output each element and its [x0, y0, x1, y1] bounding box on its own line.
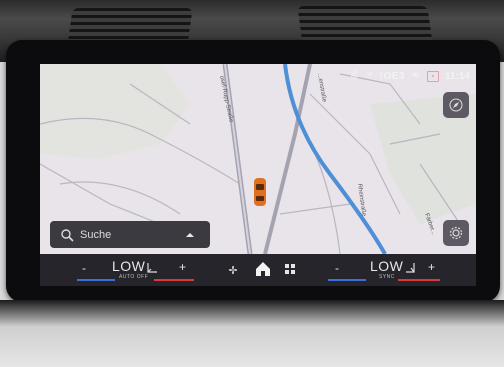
signal-indicator: !OE3 — [379, 70, 405, 82]
air-vent-right — [297, 6, 433, 44]
map-orientation-button[interactable] — [443, 92, 469, 118]
apps-grid-icon[interactable] — [285, 264, 296, 275]
settings-icon — [449, 226, 463, 240]
dashboard-bottom — [0, 300, 504, 367]
mute-icon — [411, 70, 421, 82]
navigation-arrow-icon — [365, 70, 374, 82]
chevron-up-icon[interactable] — [182, 227, 198, 243]
left-temp-value[interactable]: LOW — [112, 258, 145, 274]
infotainment-screen: osef-Rupp-Straße ...enstraße Rheinstraße… — [40, 64, 476, 286]
left-temp-warm-indicator — [154, 279, 194, 281]
home-icon[interactable] — [254, 260, 272, 278]
status-bar: !OE3 ▪ 11:14 — [350, 68, 470, 84]
left-temp-cold-indicator — [77, 279, 115, 281]
right-temp-value[interactable]: LOW — [370, 258, 403, 274]
bluetooth-icon — [350, 69, 359, 83]
compass-icon — [449, 98, 463, 112]
right-temp-cold-indicator — [328, 279, 366, 281]
left-temp-increase-button[interactable]: + — [179, 260, 186, 274]
clock: 11:14 — [444, 70, 470, 82]
climate-bar: - LOW AUTO OFF + - LOW SYNC + — [40, 254, 476, 286]
map-settings-button[interactable] — [443, 220, 469, 246]
notification-badge-icon[interactable]: ▪ — [426, 70, 439, 82]
search-icon — [61, 228, 74, 242]
left-auto-mode-label: AUTO OFF — [119, 274, 149, 280]
right-temp-increase-button[interactable]: + — [428, 260, 435, 274]
sync-mode-label: SYNC — [379, 274, 395, 280]
right-temp-warm-indicator — [398, 279, 440, 281]
seat-ventilation-icon[interactable] — [404, 261, 416, 275]
seat-heat-icon[interactable] — [145, 261, 159, 275]
vehicle-position-marker — [254, 178, 266, 206]
right-temp-decrease-button[interactable]: - — [335, 261, 339, 275]
left-temp-decrease-button[interactable]: - — [82, 261, 86, 275]
search-label: Suche — [80, 228, 112, 241]
fan-icon[interactable] — [226, 263, 240, 277]
search-field[interactable]: Suche — [50, 221, 210, 248]
